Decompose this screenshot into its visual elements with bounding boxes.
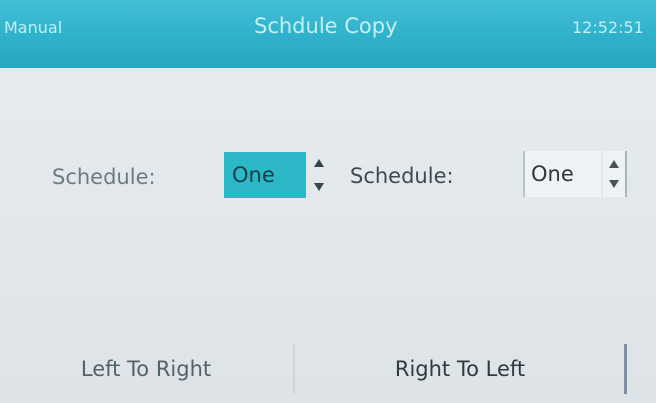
triangle-up-icon [609, 160, 620, 168]
right-schedule-spinner[interactable]: One [523, 151, 627, 197]
divider [293, 344, 295, 394]
left-to-right-button[interactable]: Left To Right [0, 340, 292, 398]
right-spinner-down[interactable] [605, 176, 623, 192]
right-schedule-label: Schedule: [350, 164, 454, 188]
left-spinner-up[interactable] [310, 155, 328, 171]
right-to-left-button[interactable]: Right To Left [296, 340, 624, 398]
title-bar: Manual Schdule Copy 12:52:51 [0, 0, 656, 68]
right-spinner-arrows [603, 151, 627, 197]
clock: 12:52:51 [572, 18, 644, 37]
left-schedule-label: Schedule: [52, 165, 156, 189]
action-bar: Left To Right Right To Left [0, 340, 656, 403]
divider [624, 344, 627, 394]
mode-indicator: Manual [4, 18, 63, 37]
left-spinner-arrows [308, 155, 330, 195]
triangle-down-icon [609, 180, 620, 188]
right-schedule-value[interactable]: One [523, 151, 602, 197]
triangle-down-icon [314, 183, 324, 191]
left-schedule-value[interactable]: One [224, 152, 306, 198]
triangle-up-icon [314, 159, 324, 167]
left-spinner-down[interactable] [310, 179, 328, 195]
schedule-copy-screen: Manual Schdule Copy 12:52:51 Schedule: O… [0, 0, 656, 403]
left-schedule-spinner[interactable]: One [224, 152, 330, 198]
right-spinner-up[interactable] [605, 156, 623, 172]
page-title: Schdule Copy [254, 14, 398, 38]
